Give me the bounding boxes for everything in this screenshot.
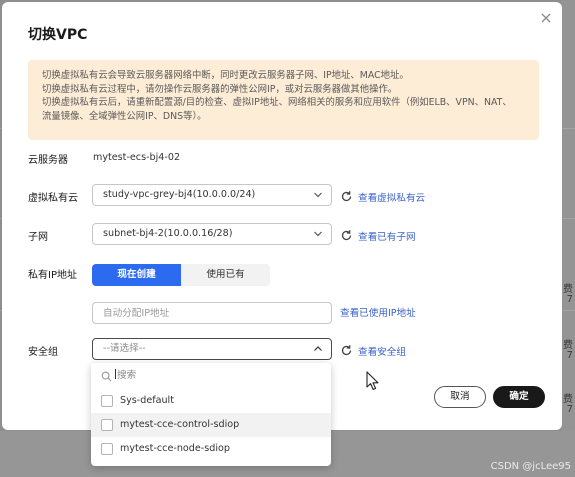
security-group-placeholder: --请选择--: [103, 343, 146, 354]
warning-alert: 切换虚拟私有云会导致云服务器网络中断，同时更改云服务器子网、IP地址、MAC地址…: [28, 60, 539, 140]
refresh-icon: [341, 230, 352, 241]
list-item[interactable]: mytest-cce-node-sdiop: [91, 437, 331, 461]
ip-mode-toggle: 现在创建 使用已有: [92, 264, 270, 286]
ip-address-input[interactable]: [92, 302, 332, 324]
option-label: Sys-default: [120, 395, 174, 406]
security-group-label: 安全组: [28, 347, 58, 358]
security-group-select[interactable]: --请选择--: [92, 338, 332, 360]
chevron-down-icon: [313, 190, 323, 200]
background-text: 7: [566, 404, 573, 415]
cancel-button[interactable]: 取消: [434, 386, 486, 408]
subnet-label: 子网: [28, 232, 48, 243]
close-button[interactable]: [538, 10, 554, 26]
refresh-icon: [341, 191, 352, 202]
chevron-down-icon: [313, 229, 323, 239]
alert-line: 流量镜像、全域弹性公网IP、DNS等）。: [42, 110, 207, 122]
private-ip-label: 私有IP地址: [28, 270, 77, 281]
server-value: mytest-ecs-bj4-02: [93, 152, 181, 163]
checkbox[interactable]: [101, 395, 113, 407]
vpc-refresh-button[interactable]: [340, 190, 353, 203]
alert-line: 切换虚拟私有云会导致云服务器网络中断，同时更改云服务器子网、IP地址、MAC地址…: [42, 70, 409, 81]
subnet-refresh-button[interactable]: [340, 229, 353, 242]
security-group-dropdown: 搜索 Sys-default mytest-cce-control-sdiop …: [91, 363, 331, 466]
dropdown-search-input[interactable]: 搜索: [97, 367, 325, 385]
chevron-up-icon: [313, 344, 323, 354]
watermark: CSDN @jcLee95: [490, 461, 571, 472]
server-label: 云服务器: [28, 155, 68, 166]
security-group-refresh-button[interactable]: [340, 344, 353, 357]
view-vpc-link[interactable]: 查看虚拟私有云: [358, 190, 425, 204]
checkbox[interactable]: [101, 419, 113, 431]
background-text: 费: [563, 284, 573, 295]
checkbox[interactable]: [101, 443, 113, 455]
background-text: 费: [563, 394, 573, 405]
vpc-select-value: study-vpc-grey-bj4(10.0.0.0/24): [103, 189, 256, 200]
subnet-select-value: subnet-bj4-2(10.0.0.16/28): [103, 228, 233, 239]
search-placeholder: 搜索: [117, 370, 137, 381]
alert-line: 切换虚拟私有云过程中，请勿操作云服务器的弹性公网IP，或对云服务器做其他操作。: [42, 83, 398, 95]
background-text: 费: [563, 340, 573, 351]
view-security-group-link[interactable]: 查看安全组: [358, 344, 406, 358]
option-label: mytest-cce-control-sdiop: [120, 419, 240, 430]
background-text: 7: [566, 294, 573, 305]
close-icon: [541, 13, 551, 23]
list-item[interactable]: mytest-cce-control-sdiop: [91, 413, 331, 437]
alert-line: 切换虚拟私有云后，请重新配置源/目的检查、虚拟IP地址、网络相关的服务和应用软件…: [42, 97, 512, 109]
vpc-label: 虚拟私有云: [28, 193, 78, 204]
list-item[interactable]: Sys-default: [91, 389, 331, 413]
view-used-ip-link[interactable]: 查看已使用IP地址: [340, 305, 416, 319]
search-icon: [101, 371, 112, 382]
confirm-button[interactable]: 确定: [493, 386, 545, 408]
dialog-title: 切换VPC: [28, 27, 88, 43]
subnet-select[interactable]: subnet-bj4-2(10.0.0.16/28): [92, 223, 332, 245]
text-caret: [115, 369, 116, 379]
use-existing-option[interactable]: 使用已有: [181, 264, 270, 286]
view-subnet-link[interactable]: 查看已有子网: [358, 229, 416, 243]
mouse-cursor-icon: [366, 371, 380, 391]
option-label: mytest-cce-node-sdiop: [120, 443, 230, 454]
create-now-option[interactable]: 现在创建: [92, 264, 181, 286]
vpc-select[interactable]: study-vpc-grey-bj4(10.0.0.0/24): [92, 184, 332, 206]
refresh-icon: [341, 345, 352, 356]
background-text: 7: [566, 350, 573, 361]
